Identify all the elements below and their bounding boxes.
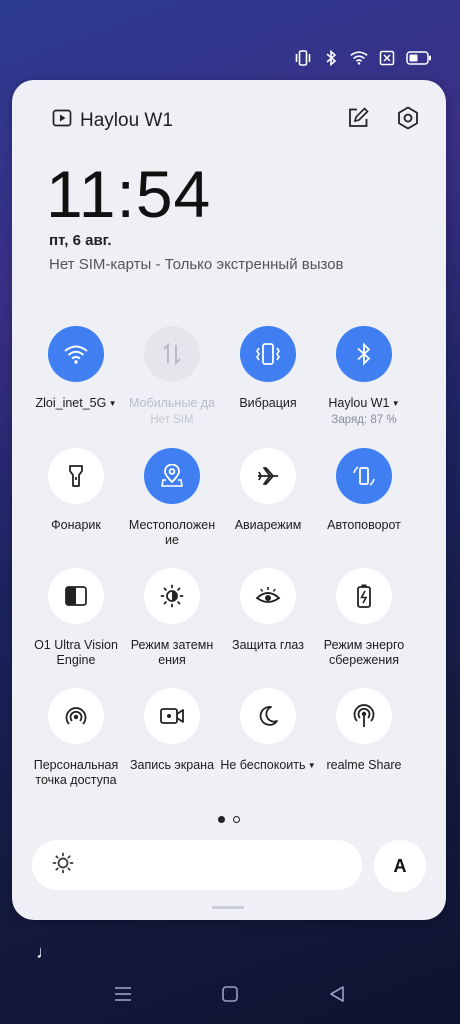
quick-tile-label-text: Запись экрана	[129, 758, 215, 773]
quick-tile-label: Авиарежим	[220, 518, 316, 548]
quick-tile-label: Персональная точка доступа	[28, 758, 124, 788]
screen-record-icon[interactable]	[144, 688, 200, 745]
music-note-icon: ♩	[36, 942, 54, 962]
date: пт, 6 авг.	[49, 232, 112, 249]
wifi-icon[interactable]	[48, 326, 104, 382]
quick-tile-label-text: Персональная точка доступа	[33, 758, 119, 788]
hotspot-icon[interactable]	[48, 688, 104, 745]
quick-tile-label-text: Автоповорот	[327, 518, 401, 533]
page-dot	[233, 816, 240, 823]
edit-icon[interactable]	[344, 104, 372, 132]
quick-tile-label: Не беспокоить ▼	[220, 758, 316, 788]
quick-tile-sublabel: Нет SIM	[150, 414, 194, 426]
quick-tile-label-text: realme Share	[326, 758, 402, 773]
dark-mode-icon[interactable]	[144, 568, 200, 625]
battery-icon	[406, 49, 432, 67]
quick-tile-label-text: O1 Ultra Vision Engine	[34, 638, 118, 668]
mobile-data-icon[interactable]	[144, 326, 200, 382]
quick-tile-label: Режим затемн ения	[124, 638, 220, 668]
battery-saver-icon[interactable]	[336, 568, 392, 625]
menu-icon[interactable]	[111, 982, 135, 1006]
quick-tile-label: Режим энерго сбережения	[316, 638, 412, 668]
caret-down-icon[interactable]: ▼	[306, 761, 316, 770]
airplane-icon[interactable]	[240, 448, 296, 505]
vision-engine-icon[interactable]	[48, 568, 104, 625]
page-dot-active	[218, 816, 225, 823]
quick-tile-airplane[interactable]: Авиарежим	[220, 448, 316, 548]
brightness-sun-icon	[52, 852, 74, 879]
quick-tile-share[interactable]: realme Share	[316, 688, 412, 788]
quick-tile-label-text: Zloi_inet_5G	[35, 396, 107, 410]
caret-down-icon[interactable]: ▼	[390, 399, 400, 408]
quick-tile-label: Haylou W1 ▼ Заряд: 87 %	[316, 396, 412, 428]
quick-tile-label-text: Не беспокоить	[220, 758, 306, 773]
quick-tile-label-text: Haylou W1	[328, 396, 390, 410]
autorotate-icon[interactable]	[336, 448, 392, 505]
home-icon[interactable]	[218, 982, 242, 1006]
navigation-bar	[0, 982, 460, 1006]
vibrate-mode-icon	[294, 49, 312, 67]
quick-tile-label: Вибрация	[220, 396, 316, 426]
top-actions	[344, 104, 422, 132]
quick-tile-label-text: Местоположен ие	[128, 518, 216, 548]
quick-tiles-grid: Zloi_inet_5G ▼ Мобильные да Нет SIM Вибраци…	[28, 326, 428, 788]
quick-tile-eye[interactable]: Защита глаз	[220, 568, 316, 668]
quick-settings-panel: Haylou W1 11:54 пт, 6 авг. Нет SIM-карты…	[12, 80, 446, 920]
quick-tile-label: O1 Ultra Vision Engine	[28, 638, 124, 668]
quick-tile-label: Фонарик	[28, 518, 124, 548]
quick-tile-dark-mode[interactable]: Режим затемн ения	[124, 568, 220, 668]
share-icon[interactable]	[336, 688, 392, 745]
quick-tile-sublabel: Заряд: 87 %	[331, 414, 397, 427]
auto-brightness-button[interactable]: A	[374, 840, 426, 892]
page-indicator	[12, 816, 446, 823]
quick-tile-autorotate[interactable]: Автоповорот	[316, 448, 412, 548]
location-icon[interactable]	[144, 448, 200, 505]
quick-tile-flashlight[interactable]: Фонарик	[28, 448, 124, 548]
quick-tile-moon[interactable]: Не беспокоить ▼	[220, 688, 316, 788]
quick-tile-label-text: Мобильные да	[128, 396, 215, 410]
device-name: Haylou W1	[80, 110, 173, 131]
quick-tile-mobile-data[interactable]: Мобильные да Нет SIM	[124, 326, 220, 428]
quick-tile-label: Защита глаз	[220, 638, 316, 668]
quick-tile-label-text: Фонарик	[51, 518, 101, 533]
quick-tile-label-text: Режим энерго сбережения	[323, 638, 405, 668]
quick-tile-location[interactable]: Местоположен ие	[124, 448, 220, 548]
sim-status: Нет SIM-карты - Только экстренный вызов	[49, 256, 344, 273]
caret-down-icon[interactable]: ▼	[106, 399, 117, 408]
no-sim-icon	[378, 49, 396, 67]
quick-tile-vision-engine[interactable]: O1 Ultra Vision Engine	[28, 568, 124, 668]
back-icon[interactable]	[325, 982, 349, 1006]
brightness-slider[interactable]	[32, 840, 362, 890]
bluetooth-status-icon	[322, 49, 340, 67]
moon-icon[interactable]	[240, 688, 296, 745]
quick-tile-battery-saver[interactable]: Режим энерго сбережения	[316, 568, 412, 668]
quick-tile-label: Мобильные да Нет SIM	[124, 396, 220, 428]
quick-tile-label: Автоповорот	[316, 518, 412, 548]
quick-tile-label: realme Share	[316, 758, 412, 788]
bluetooth-icon[interactable]	[336, 326, 392, 382]
quick-tile-wifi[interactable]: Zloi_inet_5G ▼	[28, 326, 124, 428]
status-bar	[294, 44, 432, 72]
media-device-row[interactable]: Haylou W1	[52, 108, 173, 134]
settings-gear-icon[interactable]	[394, 104, 422, 132]
quick-tile-bluetooth[interactable]: Haylou W1 ▼ Заряд: 87 %	[316, 326, 412, 428]
quick-tile-label-text: Вибрация	[239, 396, 297, 410]
eye-icon[interactable]	[240, 568, 296, 625]
quick-tile-label: Местоположен ие	[124, 518, 220, 548]
quick-tile-vibration[interactable]: Вибрация	[220, 326, 316, 428]
clock: 11:54	[46, 157, 212, 231]
quick-tile-label-text: Авиарежим	[234, 518, 302, 533]
quick-tile-label: Zloi_inet_5G ▼	[28, 396, 124, 426]
flashlight-icon[interactable]	[48, 448, 104, 505]
quick-tile-label: Запись экрана	[124, 758, 220, 788]
wifi-status-icon	[350, 49, 368, 67]
quick-tile-screen-record[interactable]: Запись экрана	[124, 688, 220, 788]
quick-tile-label-text: Защита глаз	[232, 638, 304, 653]
panel-drag-handle[interactable]	[212, 906, 244, 909]
media-output-icon	[52, 108, 72, 134]
quick-tile-hotspot[interactable]: Персональная точка доступа	[28, 688, 124, 788]
vibration-icon[interactable]	[240, 326, 296, 382]
quick-tile-label-text: Режим затемн ения	[130, 638, 214, 668]
